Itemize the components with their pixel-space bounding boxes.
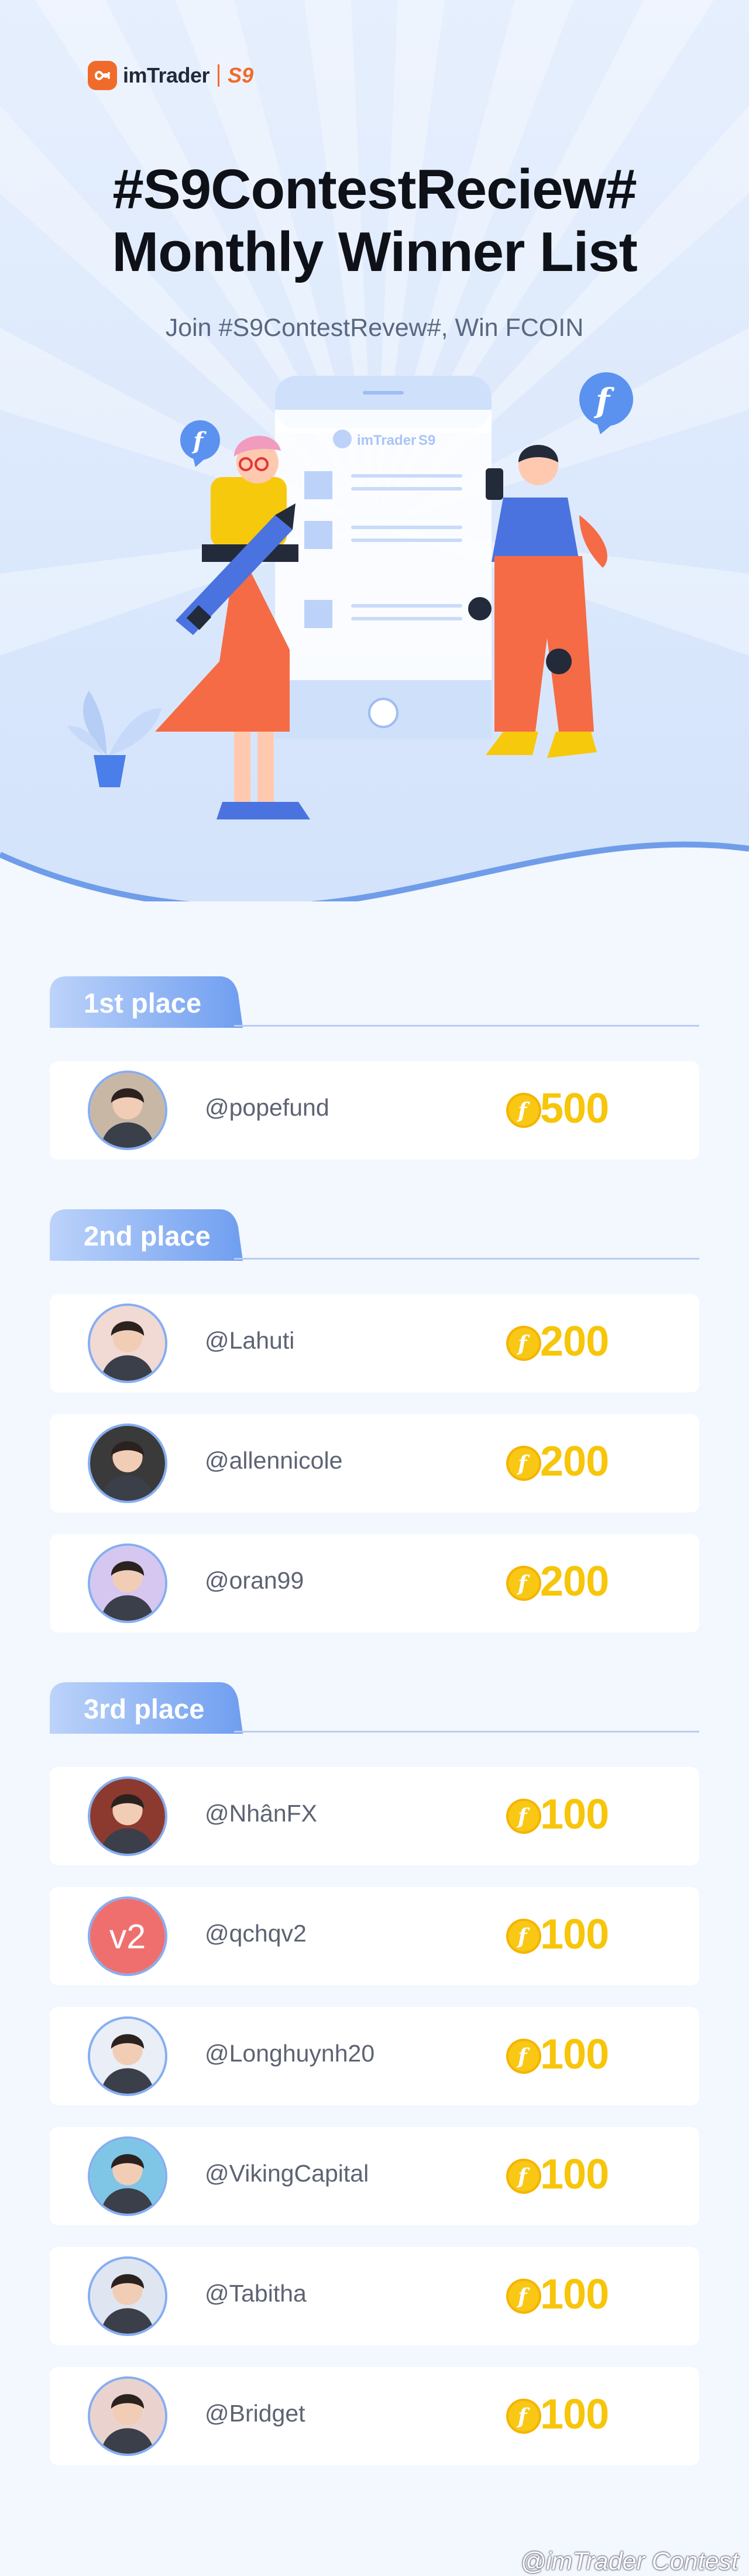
prize-amount: 500 — [540, 1085, 609, 1132]
winner-card: @Longhuynh20 f 100 — [50, 2007, 699, 2105]
winner-card: @NhânFX f 100 — [50, 1767, 699, 1865]
winner-username: @Tabitha — [205, 2280, 307, 2307]
fcoin-icon: f — [505, 1565, 542, 1602]
prize-amount: 100 — [540, 2271, 609, 2318]
section-header: 3rd place — [50, 1682, 243, 1734]
fcoin-icon: f — [505, 2277, 542, 2315]
logo-divider — [218, 64, 220, 87]
watermark: @imTrader Contest — [520, 2547, 738, 2575]
winner-card: @allennicole f 200 — [50, 1414, 699, 1512]
winner-card: @Lahuti f 200 — [50, 1294, 699, 1392]
section-label: 3rd place — [84, 1693, 205, 1724]
prize-amount: 100 — [540, 2391, 609, 2438]
fcoin-icon: f — [505, 1092, 542, 1129]
winner-card: @VikingCapital f 100 — [50, 2127, 699, 2225]
fcoin-icon: f — [505, 1325, 542, 1362]
page-title-line2: Monthly Winner List — [112, 221, 637, 283]
brand-name: imTrader — [123, 63, 210, 87]
prize-amount: 100 — [540, 2031, 609, 2078]
svg-text:S9: S9 — [418, 433, 435, 448]
fcoin-icon: f — [505, 2157, 542, 2195]
avatar — [88, 1543, 167, 1623]
avatar — [88, 1071, 167, 1150]
imtrader-logo-icon — [88, 61, 117, 90]
winner-username: @allennicole — [205, 1447, 343, 1474]
avatar — [88, 1776, 167, 1856]
fcoin-bubble-left-icon: f — [180, 420, 220, 467]
smartphone-icon — [486, 468, 503, 500]
avatar — [88, 2136, 167, 2216]
fcoin-icon: f — [505, 1445, 542, 1482]
prize-amount: 200 — [540, 1438, 609, 1485]
section-header: 1st place — [50, 976, 243, 1028]
plant-icon — [68, 691, 162, 787]
hero-banner: imTrader S9 #S9ContestReciew# Monthly Wi… — [0, 0, 749, 901]
svg-text:v2: v2 — [109, 1918, 146, 1956]
avatar — [88, 1304, 167, 1383]
section-label: 1st place — [84, 987, 202, 1018]
fcoin-icon: f — [505, 2397, 542, 2435]
winner-card: @popefund f 500 — [50, 1061, 699, 1160]
winner-username: @qchqv2 — [205, 1920, 307, 1947]
winner-card: v2 @qchqv2 f 100 — [50, 1887, 699, 1985]
prize-amount: 100 — [540, 1911, 609, 1958]
avatar — [88, 2256, 167, 2336]
fcoin-icon: f — [505, 1798, 542, 1835]
section-label: 2nd place — [84, 1220, 211, 1251]
page-subtitle: Join #S9ContestRevew#, Win FCOIN — [165, 314, 584, 342]
prize-amount: 200 — [540, 1318, 609, 1365]
avatar — [88, 2016, 167, 2096]
svg-text:imTrader: imTrader — [357, 433, 416, 448]
section-divider — [234, 1258, 699, 1260]
section-divider — [234, 1731, 699, 1733]
avatar — [88, 1424, 167, 1503]
fcoin-icon: f — [505, 2038, 542, 2075]
avatar — [88, 2376, 167, 2456]
page-title-line1: #S9ContestReciew# — [112, 158, 637, 221]
winner-username: @Lahuti — [205, 1327, 295, 1354]
fcoin-bubble-right-icon: f — [579, 372, 633, 434]
winner-username: @Longhuynh20 — [205, 2040, 375, 2067]
winner-card: @Tabitha f 100 — [50, 2247, 699, 2345]
prize-amount: 100 — [540, 1791, 609, 1838]
section-header: 2nd place — [50, 1209, 243, 1261]
season-badge: S9 — [228, 63, 254, 87]
smartphone-illustration: imTrader S9 — [275, 376, 492, 739]
winner-username: @NhânFX — [205, 1800, 318, 1827]
winner-username: @oran99 — [205, 1567, 304, 1594]
winner-username: @VikingCapital — [205, 2160, 369, 2187]
prize-amount: 200 — [540, 1558, 609, 1605]
fcoin-icon: f — [505, 1918, 542, 1955]
prize-amount: 100 — [540, 2151, 609, 2198]
winner-card: @Bridget f 100 — [50, 2367, 699, 2465]
avatar: v2 — [88, 1896, 167, 1976]
winner-username: @popefund — [205, 1094, 329, 1121]
section-divider — [234, 1025, 699, 1027]
hero-wave — [0, 841, 749, 901]
winner-username: @Bridget — [205, 2400, 305, 2427]
winner-card: @oran99 f 200 — [50, 1534, 699, 1632]
brand-logo: imTrader S9 — [88, 60, 253, 91]
